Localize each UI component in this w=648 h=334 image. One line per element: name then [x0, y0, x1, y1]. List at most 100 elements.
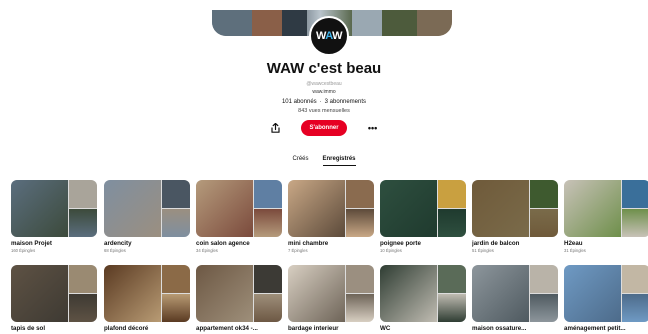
more-options-button[interactable]: ••• — [365, 120, 381, 136]
cover-segment — [417, 10, 452, 36]
board-cover-side-image — [69, 294, 97, 322]
board-card[interactable]: aménagement petit... — [564, 265, 648, 333]
board-cover-main-image — [196, 265, 253, 322]
board-cover-side-image — [254, 265, 282, 293]
board-cover-main-image — [380, 265, 437, 322]
avatar-logo: WAW — [315, 30, 343, 42]
board-card[interactable]: jardin de balcon 51 Épingles — [472, 180, 558, 253]
board-cover-side-image — [622, 209, 648, 237]
stats-separator: · — [319, 99, 322, 105]
board-title: jardin de balcon — [472, 240, 520, 247]
board-pin-count: 160 Épingles — [11, 248, 36, 253]
board-cover-main-image — [564, 180, 621, 237]
board-title: coin salon agence — [196, 240, 250, 247]
board-title: poignee porte — [380, 240, 421, 247]
board-cover-side-image — [69, 265, 97, 293]
board-cover-side-image — [530, 180, 558, 208]
board-cover — [564, 265, 648, 322]
profile-website-link[interactable]: waw.immo — [0, 89, 648, 95]
board-cover-side-image — [162, 265, 190, 293]
board-cover-side-image — [530, 209, 558, 237]
followers-count[interactable]: 101 abonnés — [282, 99, 317, 105]
board-cover-main-image — [288, 265, 345, 322]
board-cover-side-image — [438, 209, 466, 237]
profile-actions: S'abonner ••• — [0, 120, 648, 136]
cover-segment — [352, 10, 382, 36]
board-card[interactable]: poignee porte 10 Épingles — [380, 180, 466, 253]
board-pin-count: 34 Épingles — [196, 248, 218, 253]
board-card[interactable]: coin salon agence 34 Épingles — [196, 180, 282, 253]
board-cover-side-image — [162, 294, 190, 322]
board-title: aménagement petit... — [564, 325, 626, 332]
board-cover-side-image — [69, 209, 97, 237]
board-card[interactable]: H2eau 31 Épingles — [564, 180, 648, 253]
board-title: H2eau — [564, 240, 583, 247]
board-cover-main-image — [11, 180, 68, 237]
follow-button[interactable]: S'abonner — [301, 120, 347, 136]
board-cover-side-image — [530, 294, 558, 322]
board-card[interactable]: maison Projet 160 Épingles — [11, 180, 97, 253]
board-cover-side-image — [346, 209, 374, 237]
board-title: bardage interieur — [288, 325, 339, 332]
profile-name: WAW c'est beau — [266, 60, 382, 77]
board-cover-main-image — [472, 180, 529, 237]
board-cover-side-image — [254, 209, 282, 237]
board-cover-side-image — [346, 294, 374, 322]
board-card[interactable]: maison ossature... — [472, 265, 558, 333]
board-card[interactable]: tapis de sol — [11, 265, 97, 333]
board-title: WC — [380, 325, 391, 332]
board-cover-side-image — [530, 265, 558, 293]
more-dots-icon: ••• — [367, 122, 378, 133]
board-cover — [196, 265, 282, 322]
board-cover — [104, 180, 190, 237]
board-cover — [11, 180, 97, 237]
profile-handle: @wawcestbeau — [306, 81, 342, 87]
board-card[interactable]: ardencity 68 Épingles — [104, 180, 190, 253]
tab-created[interactable]: Créés — [292, 156, 308, 166]
board-pin-count: 68 Épingles — [104, 248, 126, 253]
cover-segment — [252, 10, 282, 36]
board-cover-main-image — [104, 265, 161, 322]
board-cover-side-image — [622, 265, 648, 293]
board-pin-count: 31 Épingles — [564, 248, 586, 253]
board-cover-side-image — [622, 294, 648, 322]
board-cover — [564, 180, 648, 237]
board-cover — [380, 265, 466, 322]
board-card[interactable]: bardage interieur — [288, 265, 374, 333]
board-cover-side-image — [346, 180, 374, 208]
avatar[interactable]: WAW — [309, 16, 349, 56]
board-pin-count: 10 Épingles — [380, 248, 402, 253]
profile-tabs: Créés Enregistrés — [0, 156, 648, 166]
share-button[interactable] — [267, 120, 283, 136]
monthly-views: 843 vues mensuelles — [298, 108, 350, 114]
board-card[interactable]: plafond décoré — [104, 265, 190, 333]
board-cover-main-image — [104, 180, 161, 237]
board-title: maison Projet — [11, 240, 52, 247]
board-title: maison ossature... — [472, 325, 527, 332]
board-card[interactable]: mini chambre 7 Épingles — [288, 180, 374, 253]
board-cover-main-image — [196, 180, 253, 237]
board-pin-count: 7 Épingles — [288, 248, 308, 253]
board-title: appartement ok34 -... — [196, 325, 258, 332]
board-cover — [196, 180, 282, 237]
cover-segment — [382, 10, 417, 36]
board-cover-side-image — [162, 209, 190, 237]
board-cover-main-image — [564, 265, 621, 322]
following-count[interactable]: 3 abonnements — [325, 99, 366, 105]
tab-saved[interactable]: Enregistrés — [322, 156, 356, 166]
board-cover-main-image — [11, 265, 68, 322]
board-cover-side-image — [622, 180, 648, 208]
board-cover — [288, 265, 374, 322]
board-cover-side-image — [69, 180, 97, 208]
board-cover-side-image — [438, 180, 466, 208]
board-card[interactable]: appartement ok34 -... — [196, 265, 282, 333]
board-cover-main-image — [380, 180, 437, 237]
board-title: mini chambre — [288, 240, 329, 247]
cover-segment — [212, 10, 252, 36]
board-pin-count: 51 Épingles — [472, 248, 494, 253]
board-card[interactable]: WC — [380, 265, 466, 333]
board-cover-side-image — [438, 265, 466, 293]
board-cover — [11, 265, 97, 322]
board-cover-main-image — [472, 265, 529, 322]
board-cover — [472, 265, 558, 322]
